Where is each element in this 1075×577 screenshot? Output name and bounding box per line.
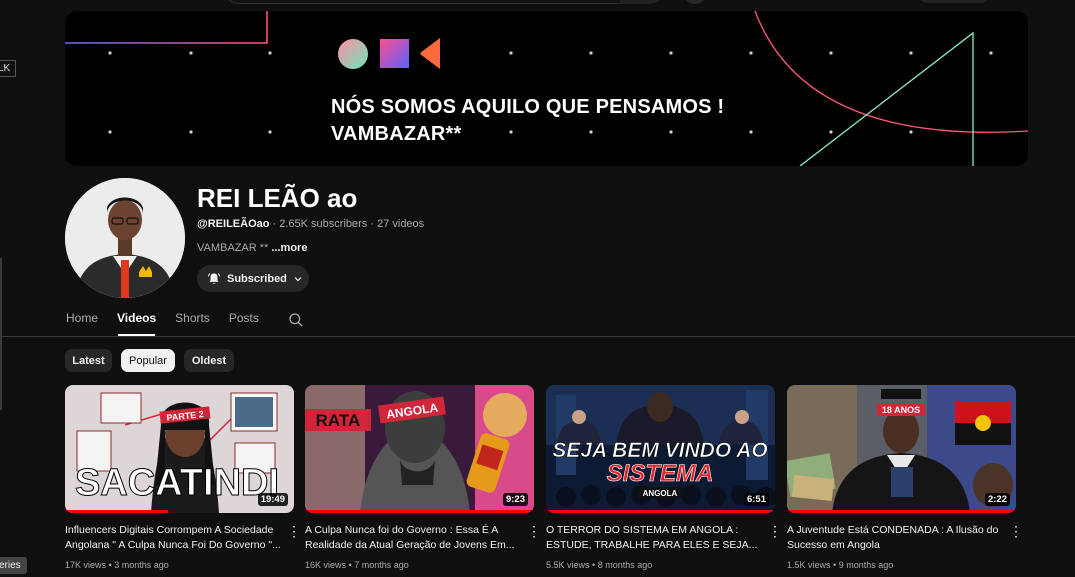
video-meta: 17K views • 3 months ago (65, 560, 169, 570)
thumb-tag-text: 18 ANOS (882, 405, 920, 415)
channel-banner: NÓS SOMOS AQUILO QUE PENSAMOS ! VAMBAZAR… (65, 11, 1028, 166)
avatar-image (65, 178, 185, 298)
channel-meta: @REILEÃOao · 2.65K subscribers · 27 vide… (197, 218, 424, 230)
channel-name: REI LEÃO ao (197, 183, 358, 213)
video-title[interactable]: Influencers Digitais Corrompem A Socieda… (65, 523, 283, 553)
more-vert-icon[interactable]: ⋮ (1009, 524, 1023, 538)
description-text: VAMBAZAR ** (197, 242, 269, 254)
subscribed-button[interactable]: Subscribed (197, 265, 309, 292)
thumb-main-text: SACATINDI (75, 462, 279, 504)
video-count: 27 videos (377, 218, 425, 230)
video-views: 1.5K views (787, 560, 831, 570)
banner-slogan-line1: NÓS SOMOS AQUILO QUE PENSAMOS ! (331, 96, 725, 118)
meta-separator: · (367, 218, 378, 230)
thumbnail-image: 18 ANOS (787, 385, 1016, 513)
video-duration: 2:22 (984, 493, 1010, 506)
video-card[interactable]: RATA ANGOLA 9:23 A Culpa Nunca foi do Go… (305, 385, 541, 570)
more-vert-icon[interactable]: ⋮ (527, 524, 541, 538)
masthead-button[interactable] (918, 0, 990, 3)
video-title[interactable]: A Culpa Nunca foi do Governo : Essa É A … (305, 523, 523, 553)
chevron-down-icon (294, 276, 302, 281)
video-duration: 6:51 (743, 493, 769, 506)
search-icon[interactable] (288, 312, 304, 328)
watch-progress (546, 510, 775, 513)
video-card[interactable]: SEJA BEM VINDO AO SISTEMA ANGOLA 6:51 O … (546, 385, 782, 570)
video-title[interactable]: A Juventude Está CONDENADA : A Ilusão do… (787, 523, 1005, 553)
video-age: 9 months ago (838, 560, 894, 570)
thumb-tag-text: ANGOLA (643, 489, 678, 498)
watch-progress (787, 510, 1016, 513)
chip-oldest[interactable]: Oldest (184, 349, 234, 372)
more-link[interactable]: ...more (271, 242, 307, 254)
more-vert-icon[interactable]: ⋮ (768, 524, 782, 538)
subscribed-label: Subscribed (227, 272, 287, 285)
tab-home[interactable]: Home (66, 311, 98, 329)
chip-popular[interactable]: Popular (121, 349, 175, 372)
video-duration: 9:23 (502, 493, 528, 506)
video-meta: 1.5K views • 9 months ago (787, 560, 894, 570)
page-scrollbar[interactable] (0, 258, 2, 410)
thumb-sub-text: SISTEMA (607, 460, 714, 487)
thumbnail-image: RATA ANGOLA (305, 385, 534, 513)
search-box[interactable] (220, 0, 668, 4)
video-thumbnail[interactable]: 18 ANOS 2:22 (787, 385, 1016, 513)
video-duration: 19:49 (257, 493, 288, 506)
youtube-channel-page: LK eries NÓS SOMOS AQUILO QUE PENSAMOS !… (0, 0, 1075, 577)
video-age: 3 months ago (114, 560, 169, 570)
video-thumbnail[interactable]: SEJA BEM VINDO AO SISTEMA ANGOLA 6:51 (546, 385, 775, 513)
search-button[interactable] (620, 0, 668, 4)
video-thumbnail[interactable]: RATA ANGOLA 9:23 (305, 385, 534, 513)
thumb-main-text: SEJA BEM VINDO AO (552, 439, 767, 462)
channel-avatar[interactable] (65, 178, 185, 298)
thumbnail-image: SEJA BEM VINDO AO SISTEMA ANGOLA (546, 385, 775, 513)
video-meta: 16K views • 7 months ago (305, 560, 409, 570)
watch-progress (65, 510, 169, 513)
voice-search-button[interactable] (684, 0, 706, 4)
banner-slogan-line2: VAMBAZAR** (331, 123, 462, 145)
video-age: 8 months ago (597, 560, 653, 570)
tab-posts[interactable]: Posts (229, 311, 259, 329)
channel-description[interactable]: VAMBAZAR ** ...more (197, 242, 307, 254)
tabs-divider (0, 336, 1075, 337)
video-views: 17K views (65, 560, 107, 570)
video-card[interactable]: PARTE 2 SACATINDI 19:49 Influencers Digi… (65, 385, 301, 570)
subscriber-count: 2.65K subscribers (279, 218, 368, 230)
thumb-main-text: RATA (316, 411, 361, 430)
more-vert-icon[interactable]: ⋮ (287, 524, 301, 538)
video-views: 16K views (305, 560, 347, 570)
video-meta: 5.5K views • 8 months ago (546, 560, 653, 570)
bell-ring-icon (207, 272, 221, 284)
banner-slogan: NÓS SOMOS AQUILO QUE PENSAMOS ! VAMBAZAR… (331, 94, 724, 148)
video-thumbnail[interactable]: PARTE 2 SACATINDI 19:49 (65, 385, 294, 513)
watch-progress (305, 510, 534, 513)
tab-shorts[interactable]: Shorts (175, 311, 210, 329)
tab-videos[interactable]: Videos (117, 311, 156, 329)
side-tag: LK (0, 60, 17, 77)
video-title[interactable]: O TERROR DO SISTEMA EM ANGOLA : ESTUDE, … (546, 523, 764, 553)
video-card[interactable]: 18 ANOS 2:22 A Juventude Está CONDENADA … (787, 385, 1023, 570)
channel-handle[interactable]: @REILEÃOao (197, 218, 269, 230)
chip-latest[interactable]: Latest (65, 349, 112, 372)
side-tooltip: eries (0, 557, 27, 574)
meta-separator: · (269, 218, 280, 230)
channel-tabs: Home Videos Shorts Posts (66, 311, 304, 329)
video-views: 5.5K views (546, 560, 590, 570)
video-age: 7 months ago (354, 560, 409, 570)
